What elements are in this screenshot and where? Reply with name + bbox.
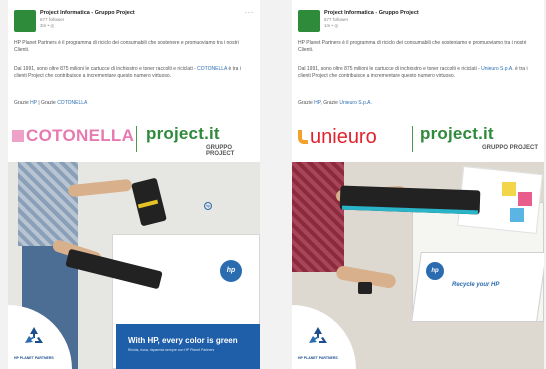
sticker-yellow: [502, 182, 516, 196]
project-logo: project.it: [146, 124, 220, 143]
sticker-pink: [518, 192, 532, 206]
logo-divider: [412, 126, 413, 152]
cotonella-logo: COTONELLA: [12, 126, 134, 146]
unieuro-logo: unieuro: [298, 126, 377, 149]
post-cotonella: Project Informatica - Gruppo Project 677…: [8, 0, 260, 369]
mention-link[interactable]: Unieuro S.p.A.: [481, 66, 514, 72]
post-time: 1m • ◎: [324, 23, 339, 28]
mention-link-hp[interactable]: HP: [30, 100, 37, 106]
unieuro-mark-icon: [298, 130, 308, 144]
post-text-thanks: Grazie HP, Grazie Unieuro S.p.A.: [298, 100, 536, 107]
slogan-text: With HP, every color is green: [128, 336, 238, 345]
brand-banner: COTONELLA project.it GRUPPO PROJECT: [8, 118, 260, 160]
project-logo: project.it: [420, 124, 494, 143]
envelope-text: Recycle your HP: [452, 282, 500, 288]
post-image[interactable]: hp hp With HP, every color is green Rici…: [8, 162, 260, 369]
thanks-prefix: Grazie: [298, 100, 315, 106]
project-group-label: GRUPPO PROJECT: [206, 145, 235, 157]
slogan-panel: [116, 324, 260, 369]
author-name[interactable]: Project Informatica - Gruppo Project: [324, 10, 419, 16]
unieuro-wordmark: unieuro: [310, 126, 377, 148]
post-text-thanks: Grazie HP | Grazie COTONELLA: [14, 100, 252, 107]
post-text-body-start: Dal 1991, sono oltre 875 milioni le cart…: [14, 66, 198, 72]
hp-logo-icon: hp: [220, 260, 242, 282]
thanks-mid: | Grazie: [36, 100, 58, 106]
mention-link[interactable]: COTONELLA: [197, 66, 227, 72]
post-text-body: Dal 1991, sono oltre 875 milioni le cart…: [14, 66, 252, 80]
person-shirt: [18, 162, 78, 246]
post-header: Project Informatica - Gruppo Project 677…: [8, 0, 260, 32]
recycle-icon: [25, 327, 43, 343]
more-options-icon[interactable]: ···: [245, 8, 255, 17]
cotonella-wordmark: COTONELLA: [26, 126, 135, 145]
brand-banner: unieuro project.it GRUPPO PROJECT: [292, 118, 544, 160]
post-text-intro: HP Planet Partners è il programma di ric…: [298, 40, 527, 53]
person-shirt: [292, 162, 344, 272]
thanks-prefix: Grazie: [14, 100, 31, 106]
recycle-icon: [309, 327, 327, 343]
post-header: Project Informatica - Gruppo Project 677…: [292, 0, 544, 32]
post-text-intro: HP Planet Partners è il programma di ric…: [14, 40, 239, 53]
hp-planet-partners-label: HP PLANET PARTNERS: [298, 356, 338, 360]
project-group-label: GRUPPO PROJECT: [482, 145, 539, 151]
mention-link-brand[interactable]: Unieuro S.p.A.: [339, 100, 372, 106]
mention-link-brand[interactable]: COTONELLA: [57, 100, 87, 106]
ink-cartridge: [358, 282, 372, 294]
post-unieuro: Project Informatica - Gruppo Project 677…: [292, 0, 544, 369]
hp-planet-partners-label: HP PLANET PARTNERS: [14, 356, 54, 360]
post-time: 3m • ◎: [40, 23, 55, 28]
company-avatar[interactable]: [298, 10, 320, 32]
follower-count: 677 follower: [324, 17, 349, 22]
author-name[interactable]: Project Informatica - Gruppo Project: [40, 10, 135, 16]
logo-divider: [136, 126, 137, 152]
post-text-body-start: Dal 1991, sono oltre 875 milioni le cart…: [298, 66, 482, 72]
hp-logo-icon: hp: [426, 262, 444, 280]
sticker-blue: [510, 208, 524, 222]
post-text-body: Dal 1991, sono oltre 875 milioni le cart…: [298, 66, 536, 80]
cotonella-mark-icon: [12, 130, 24, 142]
company-avatar[interactable]: [14, 10, 36, 32]
follower-count: 677 follower: [40, 17, 65, 22]
thanks-mid: , Grazie: [320, 100, 340, 106]
post-image[interactable]: hp Recycle your HP HP PLANET PARTNERS: [292, 162, 544, 369]
hp-small-logo-icon: hp: [204, 202, 212, 210]
slogan-subtext: Ricicla, riusa, risparmia sempre con HP …: [128, 348, 215, 352]
